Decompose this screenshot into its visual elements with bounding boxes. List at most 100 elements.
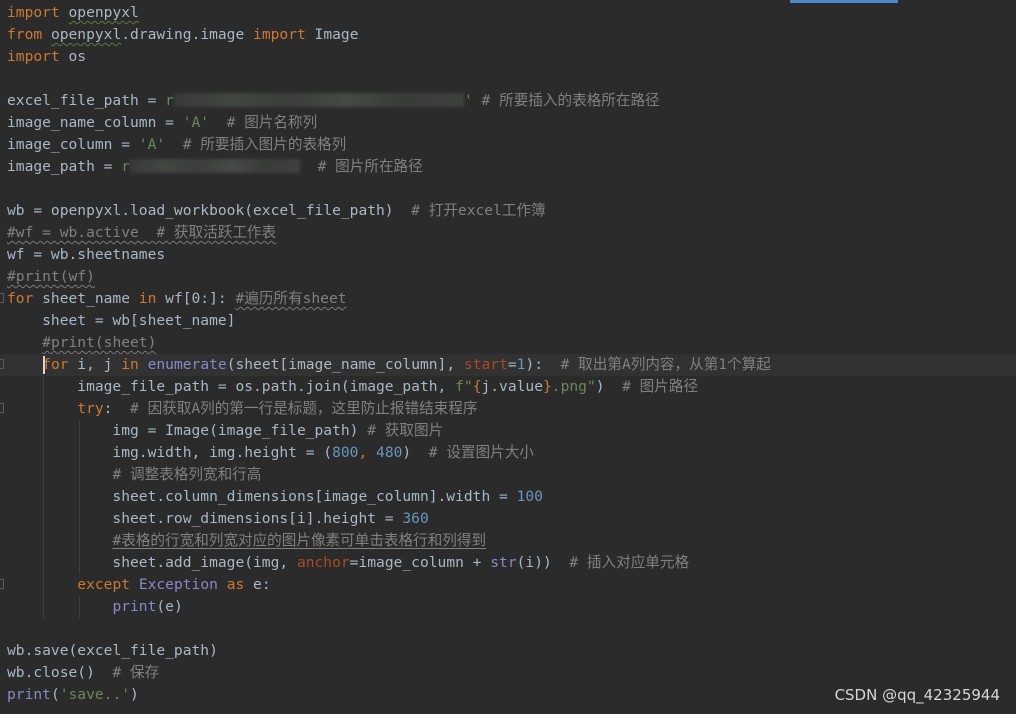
code-token: , [358, 444, 377, 461]
code-token: print [112, 598, 157, 615]
code-line-23[interactable]: sheet.column_dimensions[image_column].wi… [0, 486, 1016, 508]
code-line-6[interactable]: image_name_column = 'A' # 图片名称列 [0, 112, 1016, 134]
code-token: # 因获取A列的第一行是标题，这里防止报错结束程序 [130, 400, 478, 417]
code-token: r [121, 158, 131, 175]
code-line-16[interactable]: #print(sheet) [0, 332, 1016, 354]
code-line-7[interactable]: image_column = 'A' # 所要插入图片的表格列 [0, 134, 1016, 156]
code-token: Exception [138, 576, 218, 593]
code-token: Image [305, 26, 359, 43]
indent-guide [43, 508, 45, 530]
code-line-12[interactable]: wf = wb.sheetnames [0, 244, 1016, 266]
indent-guide [78, 464, 80, 486]
code-token: #print(wf) [7, 268, 95, 285]
indent-guide [43, 530, 45, 552]
indent-guide [43, 376, 45, 398]
code-token: ) [402, 444, 429, 461]
code-line-15[interactable]: sheet = wb[sheet_name] [0, 310, 1016, 332]
code-line-30[interactable]: wb.save(excel_file_path) [0, 640, 1016, 662]
code-line-17[interactable]: for i, j in enumerate(sheet[image_name_c… [0, 354, 1016, 376]
code-editor[interactable]: import openpyxl from openpyxl.drawing.ima… [0, 0, 1016, 714]
indent-guide [43, 464, 45, 486]
fold-marker-icon[interactable] [0, 403, 4, 413]
code-token: # 图片路径 [622, 378, 699, 395]
code-token: 360 [402, 510, 429, 527]
indent-guide [78, 596, 80, 618]
code-line-9[interactable] [0, 178, 1016, 200]
code-token: =image_column + [349, 554, 491, 571]
code-line-19[interactable]: try: # 因获取A列的第一行是标题，这里防止报错结束程序 [0, 398, 1016, 420]
code-line-20[interactable]: img = Image(image_file_path) # 获取图片 [0, 420, 1016, 442]
code-token: (e) [156, 598, 183, 615]
indent-guide [43, 574, 45, 596]
code-token: 'A' [138, 136, 166, 153]
code-token: r [165, 92, 174, 109]
code-line-27[interactable]: except Exception as e: [0, 574, 1016, 596]
code-token: .png" [551, 378, 596, 395]
code-line-4[interactable] [0, 68, 1016, 90]
watermark: CSDN @qq_42325944 [834, 686, 1000, 704]
code-line-3[interactable]: import os [0, 46, 1016, 68]
code-line-24[interactable]: sheet.row_dimensions[i].height = 360 [0, 508, 1016, 530]
fold-marker-icon[interactable] [0, 579, 4, 589]
code-line-29[interactable] [0, 618, 1016, 640]
code-line-26[interactable]: sheet.add_image(img, anchor=image_column… [0, 552, 1016, 574]
code-line-2[interactable]: from openpyxl.drawing.image import Image [0, 24, 1016, 46]
code-token: # 取出第A列内容，从第1个算起 [560, 356, 771, 373]
code-token: excel_file_path = [7, 92, 166, 109]
code-token: # 获取图片 [367, 422, 444, 439]
code-line-25[interactable]: #表格的行宽和列宽对应的图片像素可单击表格行和列得到 [0, 530, 1016, 552]
code-token: # 调整表格列宽和行高 [112, 466, 262, 483]
code-token: i, j [68, 356, 122, 373]
code-token: : [103, 400, 131, 417]
code-token: image_column = [7, 136, 139, 153]
code-line-22[interactable]: # 调整表格列宽和行高 [0, 464, 1016, 486]
code-token: # 图片名称列 [226, 114, 318, 131]
code-line-1[interactable]: import openpyxl [0, 2, 1016, 24]
code-line-28[interactable]: print(e) [0, 596, 1016, 618]
code-token: import [253, 26, 306, 43]
indent-guide [78, 486, 80, 508]
fold-marker-icon[interactable] [0, 293, 4, 303]
code-token: for [7, 290, 34, 307]
code-line-5[interactable]: excel_file_path = r ' # 所要插入的表格所在路径 [0, 90, 1016, 112]
code-token: as [226, 576, 245, 593]
indent-guide [78, 420, 80, 442]
fold-marker-icon[interactable] [0, 359, 4, 369]
code-line-11[interactable]: #wf = wb.active # 获取活跃工作表 [0, 222, 1016, 244]
code-line-13[interactable]: #print(wf) [0, 266, 1016, 288]
code-token: 100 [516, 488, 543, 505]
code-line-14[interactable]: for sheet_name in wf[0:]: #遍历所有sheet [0, 288, 1016, 310]
code-line-31[interactable]: wb.close() # 保存 [0, 662, 1016, 684]
indent-guide [78, 508, 80, 530]
code-token: # 打开excel工作簿 [411, 202, 546, 219]
code-line-21[interactable]: img.width, img.height = (800, 480) # 设置图… [0, 442, 1016, 464]
code-token: #wf = wb.active # 获取活跃工作表 [7, 224, 277, 241]
code-token: #print(sheet) [42, 334, 157, 351]
code-token: # 图片所在路径 [317, 158, 423, 175]
code-token: import [7, 48, 60, 65]
code-token: wb.close() [7, 664, 113, 681]
code-token: .drawing.image [121, 26, 254, 43]
code-token: anchor [296, 554, 350, 571]
indent-guide [43, 552, 45, 574]
code-token: # 插入对应单元格 [569, 554, 690, 571]
code-line-10[interactable]: wb = openpyxl.load_workbook(excel_file_p… [0, 200, 1016, 222]
code-token: image_name_column = [7, 114, 183, 131]
code-area[interactable]: import openpyxl from openpyxl.drawing.ima… [0, 2, 1016, 706]
code-token: ) [130, 686, 139, 703]
code-line-18[interactable]: image_file_path = os.path.join(image_pat… [0, 376, 1016, 398]
code-line-8[interactable]: image_path = r # 图片所在路径 [0, 156, 1016, 178]
